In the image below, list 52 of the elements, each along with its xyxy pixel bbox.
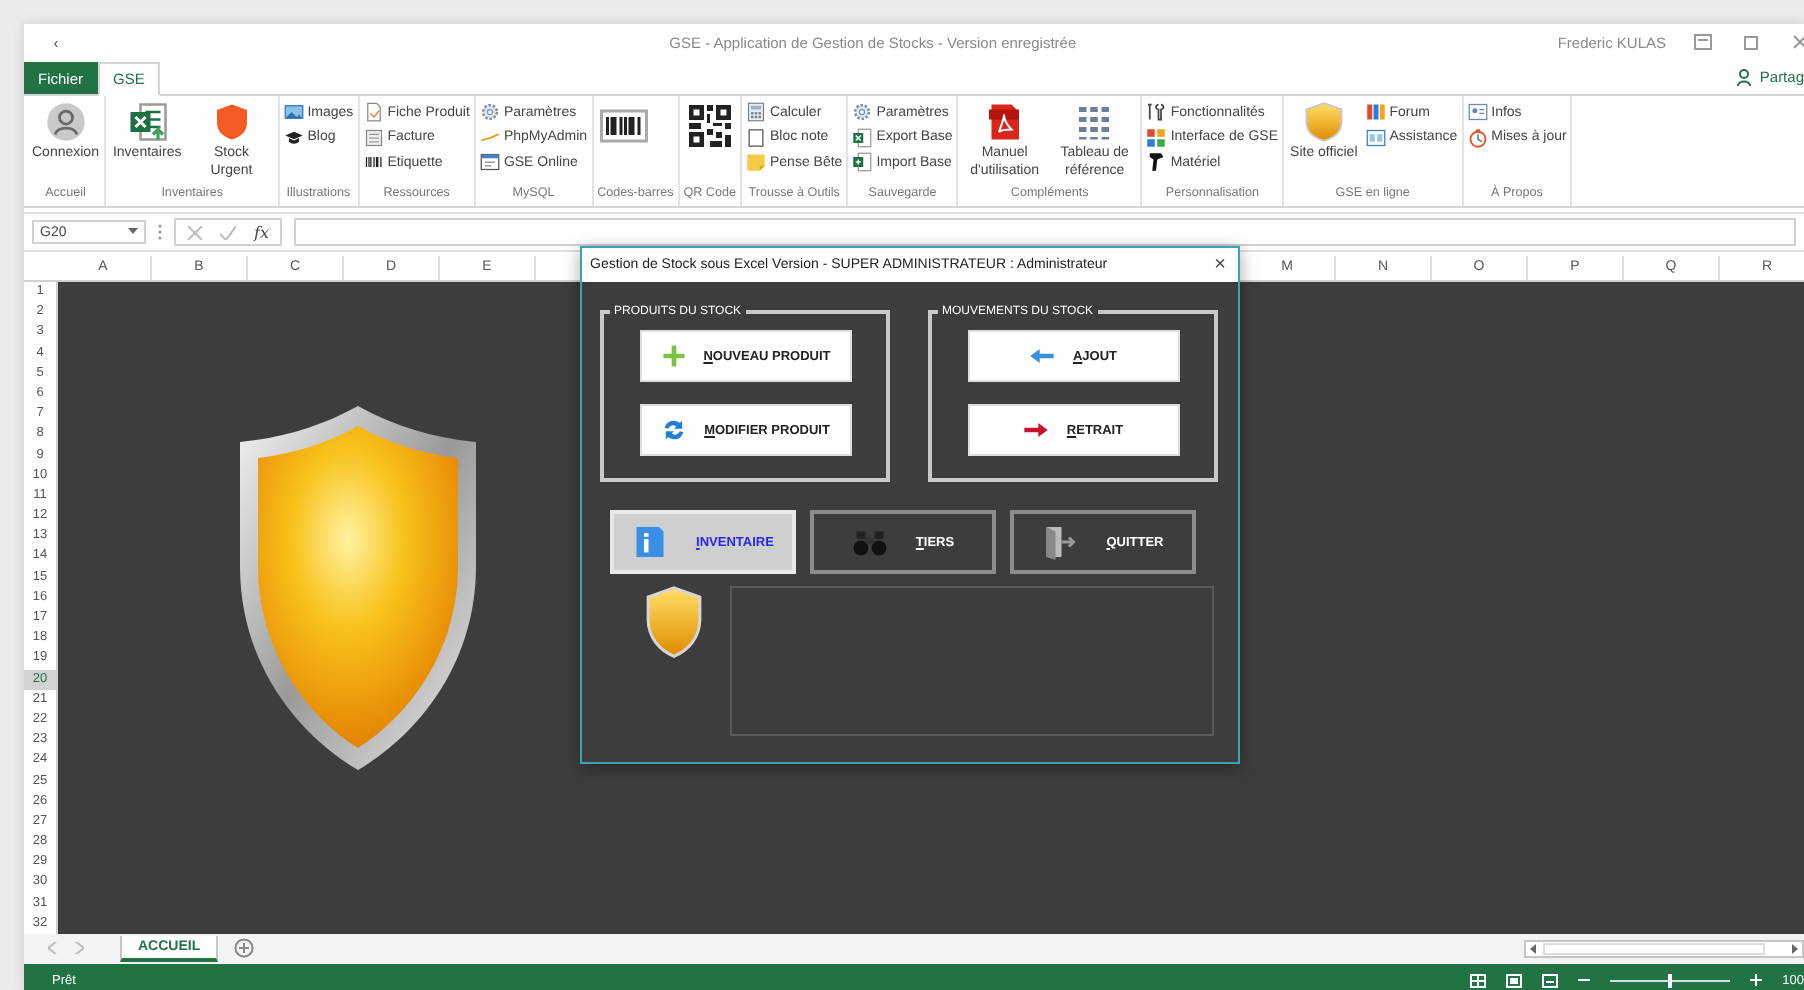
cancel-icon[interactable]	[188, 225, 202, 239]
add-sheet-icon[interactable]	[234, 938, 255, 958]
page-break-icon[interactable]	[1542, 973, 1559, 987]
close-button[interactable]: ×	[1214, 255, 1226, 275]
scanner-icon	[1146, 152, 1167, 173]
spreadsheet-icon	[852, 152, 873, 173]
formula-input[interactable]	[294, 218, 1796, 246]
pdf-icon	[984, 102, 1025, 142]
user-icon	[45, 102, 86, 142]
tools-icon	[1146, 102, 1167, 123]
window-icon	[1365, 127, 1386, 148]
cap-icon	[283, 127, 304, 148]
tiles-icon	[1146, 127, 1167, 148]
horizontal-scrollbar[interactable]	[1524, 939, 1804, 957]
plus-icon	[659, 342, 688, 370]
zoom-in-icon[interactable]	[1750, 974, 1763, 986]
scroll-left-icon[interactable]	[48, 942, 58, 954]
gear-icon	[852, 102, 873, 123]
page-layout-icon[interactable]	[1506, 973, 1523, 987]
invoice-icon	[363, 127, 384, 148]
clock-icon	[1467, 127, 1488, 148]
caret-icon	[128, 228, 138, 236]
shield-icon	[211, 102, 252, 142]
gear-icon	[479, 102, 500, 123]
tiles-icon	[1365, 102, 1386, 123]
door-icon	[1042, 524, 1079, 560]
ribbon-options-icon[interactable]	[1694, 34, 1712, 50]
normal-view-icon[interactable]	[1470, 973, 1487, 987]
qr-code-icon[interactable]	[685, 102, 734, 150]
zoom-out-icon[interactable]	[1578, 974, 1591, 986]
close-icon[interactable]	[1792, 34, 1804, 50]
card-icon	[1467, 102, 1488, 123]
notepad-icon	[745, 127, 766, 148]
window-icon	[479, 152, 500, 173]
zoom-slider-thumb[interactable]	[1668, 973, 1673, 987]
check-icon[interactable]	[220, 225, 236, 239]
restore-icon[interactable]	[1744, 34, 1760, 50]
person-icon	[1735, 68, 1754, 86]
shield-icon	[644, 586, 704, 660]
scroll-right-icon[interactable]	[74, 942, 84, 954]
barcode-icon	[363, 152, 384, 173]
calculator-icon	[745, 102, 766, 123]
table-icon	[1074, 102, 1115, 142]
info-icon	[632, 524, 669, 560]
sticky-note-icon	[745, 152, 766, 173]
spreadsheet-icon	[127, 102, 168, 142]
shield-icon	[1303, 102, 1344, 142]
insert-function-button[interactable]: fx	[254, 223, 269, 241]
picture-icon	[283, 102, 304, 123]
document-icon	[363, 102, 384, 123]
spreadsheet-icon	[852, 127, 873, 148]
refresh-icon	[660, 416, 689, 444]
